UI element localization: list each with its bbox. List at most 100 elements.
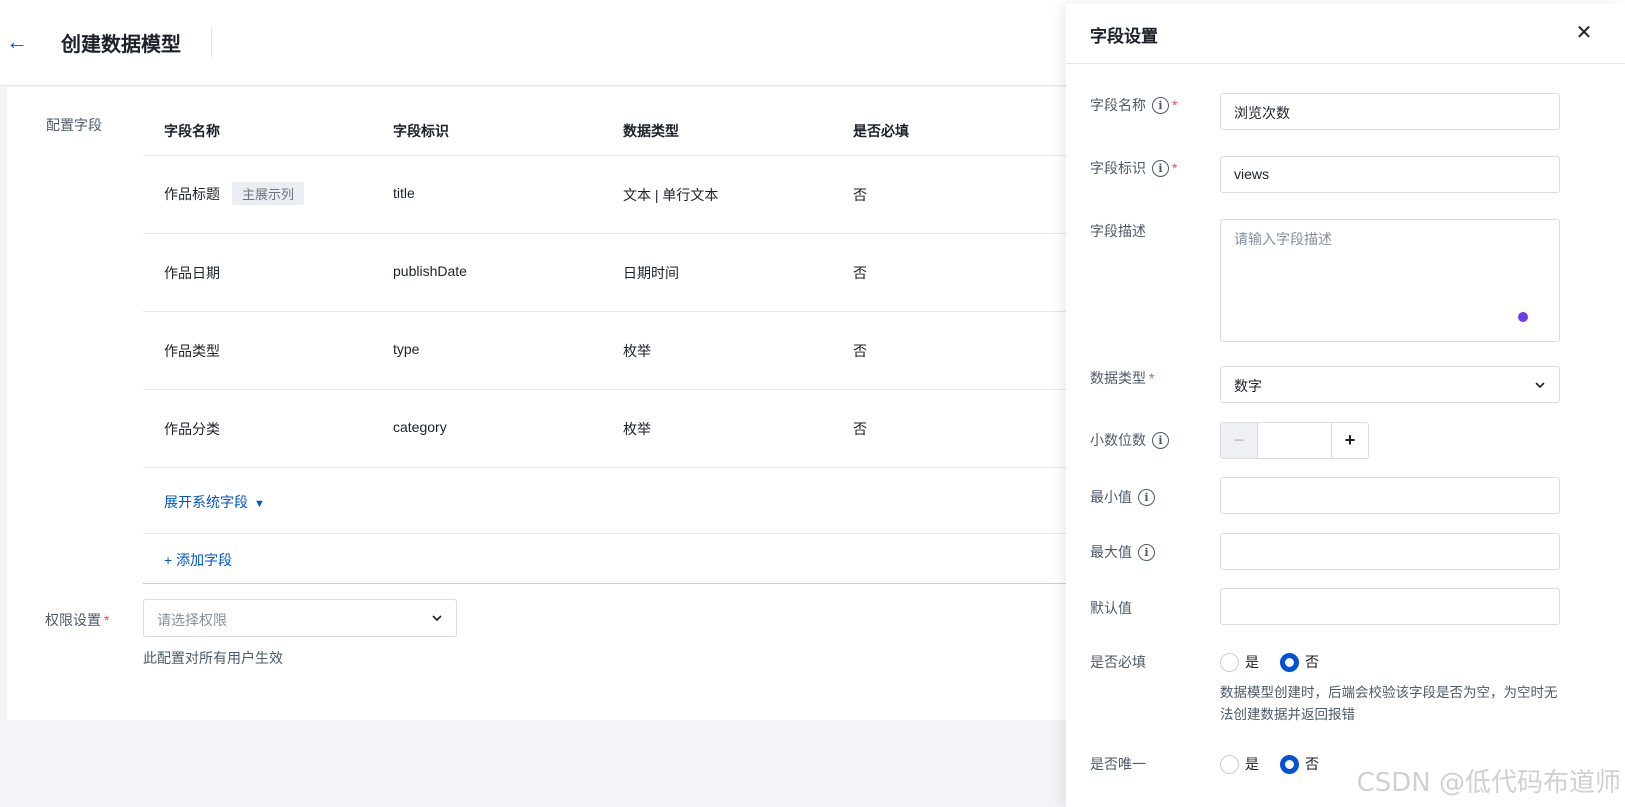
table-row[interactable]: 作品标题 主展示列 title 文本 | 单行文本 否 [143,156,1067,234]
cell-type: 日期时间 [623,265,679,281]
permission-select[interactable]: 请选择权限 [143,599,457,637]
cell-name: 作品类型 [164,343,220,359]
required-mark: * [1149,370,1155,386]
radio-circle [1220,652,1239,672]
page-title: 创建数据模型 [61,34,181,56]
field-key-value: views [1234,166,1270,182]
permission-hint: 此配置对所有用户生效 [143,650,283,666]
data-type-label: 数据类型 * [1090,368,1154,388]
watermark: CSDN @低代码布道师 [1356,768,1621,798]
decimals-label-text: 小数位数 [1090,432,1146,448]
radio-circle [1220,754,1239,774]
primary-column-badge: 主展示列 [232,182,305,205]
permission-placeholder: 请选择权限 [157,612,227,628]
min-value-label-text: 最小值 [1090,489,1132,505]
add-field-link[interactable]: + 添加字段 [164,550,232,570]
default-value-label: 默认值 [1090,600,1132,616]
data-type-label-text: 数据类型 [1090,370,1146,386]
min-value-input[interactable] [1220,477,1560,514]
decrement-button[interactable]: − [1221,423,1258,458]
section-label: 配置字段 [46,117,102,133]
unique-radio-yes[interactable]: 是 [1220,754,1259,774]
cell-name: 作品标题 [164,186,220,202]
info-icon[interactable]: i [1138,543,1155,561]
unique-radio-no[interactable]: 否 [1280,754,1319,774]
close-icon[interactable]: ✕ [1573,22,1595,44]
column-header: 数据类型 [623,123,679,139]
field-desc-label: 字段描述 [1090,223,1146,239]
max-value-input[interactable] [1220,533,1560,570]
field-name-input[interactable]: 浏览次数 [1220,93,1560,130]
chevron-down-icon [432,615,442,622]
required-radio-yes[interactable]: 是 [1220,652,1259,672]
field-name-label: 字段名称 i * [1090,95,1177,115]
chevron-down-icon [1535,382,1545,389]
required-label: 是否必填 [1090,654,1146,670]
drawer-header: 字段设置 ✕ [1066,4,1625,64]
cell-type: 文本 | 单行文本 [623,187,719,203]
drawer-title: 字段设置 [1090,27,1158,46]
cell-type: 枚举 [623,421,651,437]
decimals-label: 小数位数 i [1090,430,1169,450]
field-name-value: 浏览次数 [1234,105,1290,121]
column-header: 是否必填 [853,123,909,139]
column-header: 字段标识 [393,123,449,139]
field-key-label-text: 字段标识 [1090,160,1146,176]
default-value-input[interactable] [1220,588,1560,625]
table-row[interactable]: 作品类型 type 枚举 否 [143,312,1067,390]
required-radio-no[interactable]: 否 [1280,652,1319,672]
table-header: 字段名称 字段标识 数据类型 是否必填 [143,101,1067,156]
increment-button[interactable]: + [1331,423,1368,458]
cell-key: type [393,341,420,357]
cell-required: 否 [853,187,867,203]
main-card: 配置字段 字段名称 字段标识 数据类型 是否必填 作品标题 主展示列 title … [7,87,1067,720]
required-mark: * [1172,160,1178,176]
back-arrow-icon[interactable]: ← [6,30,30,54]
permission-label: 权限设置 * [45,610,109,630]
cell-name: 作品日期 [164,265,220,281]
expand-label: 展开系统字段 [164,494,248,510]
decimals-input[interactable] [1258,423,1331,458]
unique-label: 是否唯一 [1090,756,1146,772]
data-type-value: 数字 [1234,378,1262,394]
cell-required: 否 [853,265,867,281]
add-row: + 添加字段 [143,534,1067,584]
field-desc-placeholder: 请输入字段描述 [1234,231,1332,247]
field-name-label-text: 字段名称 [1090,97,1146,113]
cell-name-wrap: 作品标题 主展示列 [164,182,305,205]
cell-required: 否 [853,421,867,437]
status-dot [1518,312,1528,322]
field-desc-textarea[interactable]: 请输入字段描述 [1220,219,1560,342]
info-icon[interactable]: i [1152,159,1169,177]
expand-row: 展开系统字段 ▼ [143,468,1067,534]
cell-key: title [393,185,415,201]
required-help-text: 数据模型创建时，后端会校验该字段是否为空，为空时无法创建数据并返回报错 [1220,685,1558,722]
field-key-label: 字段标识 i * [1090,158,1177,178]
cell-required: 否 [853,343,867,359]
expand-system-fields-link[interactable]: 展开系统字段 ▼ [164,492,265,512]
info-icon[interactable]: i [1152,431,1169,449]
caret-down-icon: ▼ [254,498,265,510]
cell-key: category [393,419,447,435]
field-key-input[interactable]: views [1220,156,1560,193]
max-value-label-text: 最大值 [1090,544,1132,560]
required-mark: * [1172,97,1178,113]
radio-label: 否 [1305,756,1319,772]
max-value-label: 最大值 i [1090,542,1155,562]
table-row[interactable]: 作品日期 publishDate 日期时间 否 [143,234,1067,312]
cell-key: publishDate [393,263,467,279]
data-type-select[interactable]: 数字 [1220,366,1560,403]
header-divider [211,28,212,58]
radio-label: 是 [1245,756,1259,772]
info-icon[interactable]: i [1138,488,1155,506]
column-header: 字段名称 [164,123,220,139]
cell-name: 作品分类 [164,421,220,437]
radio-label: 是 [1245,654,1259,670]
radio-label: 否 [1305,654,1319,670]
radio-circle-checked [1280,754,1299,774]
table-row[interactable]: 作品分类 category 枚举 否 [143,390,1067,468]
radio-circle-checked [1280,652,1299,672]
permission-label-text: 权限设置 [45,612,101,628]
decimals-stepper: − + [1220,422,1369,459]
info-icon[interactable]: i [1152,96,1169,114]
